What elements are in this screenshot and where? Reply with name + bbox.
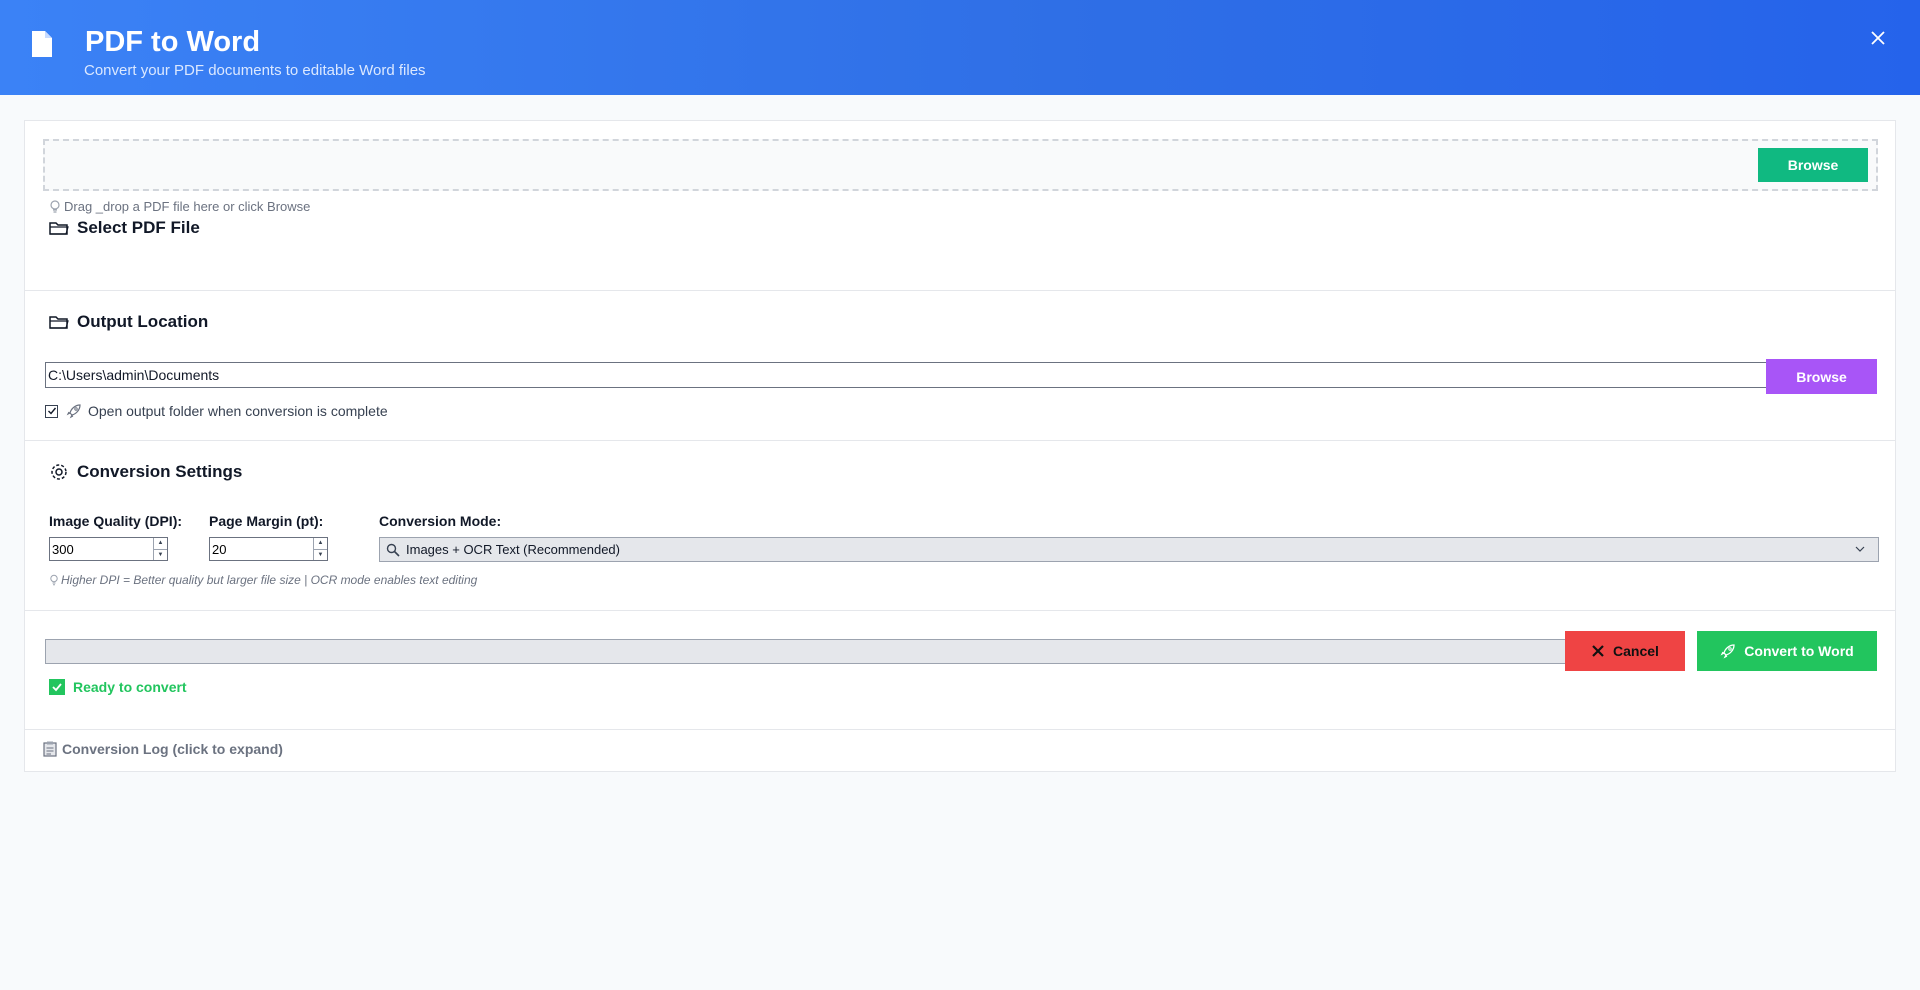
lightbulb-icon <box>50 199 60 213</box>
dpi-decrement-button[interactable]: ▼ <box>154 550 167 561</box>
dpi-spin-arrows: ▲ ▼ <box>153 538 167 560</box>
section-divider <box>25 440 1895 441</box>
conversion-mode-value: Images + OCR Text (Recommended) <box>406 542 620 557</box>
folder-icon <box>49 316 69 329</box>
conversion-log-label: Conversion Log (click to expand) <box>62 741 283 757</box>
rocket-icon <box>1720 644 1735 659</box>
output-location-heading: Output Location <box>49 312 208 332</box>
conversion-settings-title: Conversion Settings <box>77 462 243 481</box>
drop-hint-text: Drag _drop a PDF file here or click Brow… <box>64 199 311 214</box>
drop-hint: Drag _drop a PDF file here or click Brow… <box>49 199 310 214</box>
dpi-increment-button[interactable]: ▲ <box>154 538 167 550</box>
magnifier-icon <box>386 543 400 557</box>
gear-icon <box>51 464 67 480</box>
open-folder-label: Open output folder when conversion is co… <box>88 403 388 419</box>
dpi-input[interactable] <box>50 538 153 560</box>
main-card: Browse Drag _drop a PDF file here or cli… <box>24 120 1896 772</box>
output-path-input[interactable] <box>45 362 1769 388</box>
settings-hint-text: Higher DPI = Better quality but larger f… <box>61 573 478 587</box>
settings-hint: Higher DPI = Better quality but larger f… <box>49 573 477 587</box>
browse-output-button[interactable]: Browse <box>1766 359 1877 394</box>
chevron-down-icon <box>1855 546 1865 552</box>
checkmark-icon <box>47 407 56 415</box>
open-folder-option: Open output folder when conversion is co… <box>45 403 388 419</box>
conversion-log-toggle[interactable]: Conversion Log (click to expand) <box>43 741 283 757</box>
rocket-icon <box>66 404 81 419</box>
check-icon <box>49 679 65 695</box>
select-pdf-heading: Select PDF File <box>49 218 200 238</box>
app-header: PDF to Word Convert your PDF documents t… <box>0 0 1920 95</box>
margin-decrement-button[interactable]: ▼ <box>314 550 327 561</box>
lightbulb-icon <box>50 574 58 586</box>
cancel-label: Cancel <box>1613 643 1659 659</box>
dpi-spinbox: ▲ ▼ <box>49 537 168 561</box>
folder-icon <box>49 222 69 235</box>
document-icon <box>32 31 52 57</box>
conversion-mode-select[interactable]: Images + OCR Text (Recommended) <box>379 537 1879 562</box>
dpi-label: Image Quality (DPI): <box>49 513 183 529</box>
conversion-progress-bar <box>45 639 1577 664</box>
pdf-drop-zone[interactable] <box>43 139 1878 191</box>
open-folder-checkbox[interactable] <box>45 404 58 418</box>
status-indicator: Ready to convert <box>49 679 187 695</box>
close-button[interactable] <box>1864 24 1892 52</box>
convert-to-word-button[interactable]: Convert to Word <box>1697 631 1877 671</box>
clipboard-icon <box>43 741 57 757</box>
page-title: PDF to Word <box>85 26 261 58</box>
section-divider <box>25 610 1895 611</box>
convert-label: Convert to Word <box>1744 643 1854 659</box>
browse-pdf-button[interactable]: Browse <box>1758 148 1868 182</box>
output-location-title: Output Location <box>77 312 209 331</box>
margin-label: Page Margin (pt): <box>209 513 324 529</box>
margin-spin-arrows: ▲ ▼ <box>313 538 327 560</box>
close-icon <box>1592 645 1604 657</box>
close-icon <box>1871 31 1885 45</box>
margin-spinbox: ▲ ▼ <box>209 537 328 561</box>
cancel-button[interactable]: Cancel <box>1565 631 1685 671</box>
conversion-settings-heading: Conversion Settings <box>49 462 242 482</box>
section-divider <box>25 729 1895 730</box>
select-pdf-title: Select PDF File <box>77 218 200 237</box>
mode-label: Conversion Mode: <box>379 513 502 529</box>
page-subtitle: Convert your PDF documents to editable W… <box>84 62 426 79</box>
section-divider <box>25 290 1895 291</box>
status-text: Ready to convert <box>73 679 187 695</box>
margin-input[interactable] <box>210 538 313 560</box>
margin-increment-button[interactable]: ▲ <box>314 538 327 550</box>
